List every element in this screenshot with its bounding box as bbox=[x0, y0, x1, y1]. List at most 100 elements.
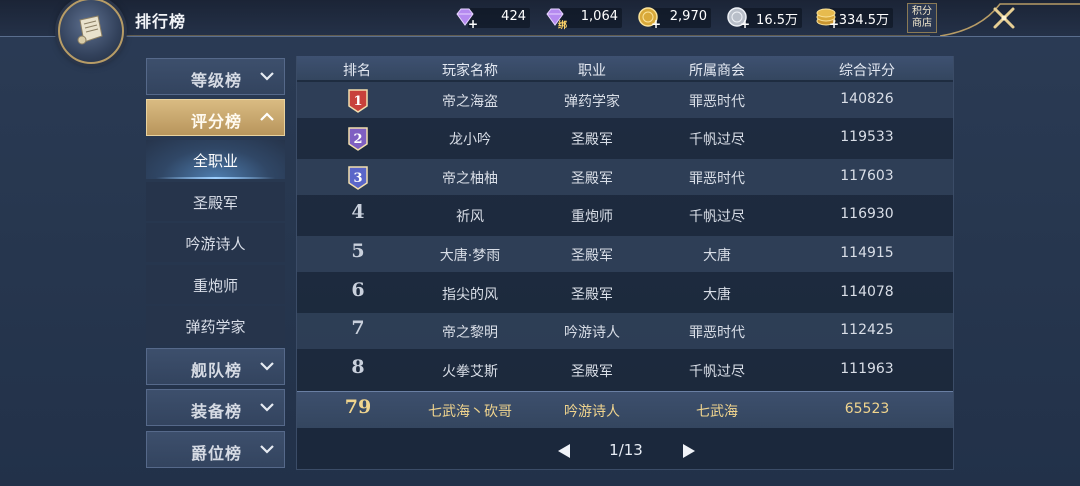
cell-class: 圣殿军 bbox=[571, 248, 613, 264]
cell-class: 重炮师 bbox=[571, 209, 613, 225]
table-row[interactable]: 2 龙小吟 圣殿军 千帆过尽 119533 bbox=[297, 120, 953, 156]
category-label: 舰队榜 bbox=[191, 361, 243, 380]
cell-guild: 七武海 bbox=[696, 404, 738, 420]
self-rank-row[interactable]: 79 七武海丶砍哥 吟游诗人 七武海 65523 bbox=[297, 391, 953, 428]
rank-number: 4 bbox=[351, 201, 365, 223]
table-row[interactable]: 1 帝之海盗 弹药学家 罪恶时代 140826 bbox=[297, 82, 953, 118]
subitem-label: 吟游诗人 bbox=[185, 235, 246, 253]
cell-guild: 罪恶时代 bbox=[689, 94, 745, 110]
table-row[interactable]: 5 大唐·梦雨 圣殿军 大唐 114915 bbox=[297, 236, 953, 272]
page-title: 排行榜 bbox=[135, 12, 187, 31]
category-label: 装备榜 bbox=[191, 402, 243, 421]
points-shop-button[interactable]: 积分 商店 bbox=[907, 3, 937, 33]
rank-number: 79 bbox=[344, 396, 372, 418]
cell-name: 帝之黎明 bbox=[442, 325, 498, 341]
column-header-player: 玩家名称 bbox=[442, 63, 498, 79]
rank-medal-icon: 2 bbox=[348, 127, 368, 151]
table-header: 排名 玩家名称 职业 所属商会 综合评分 bbox=[297, 56, 953, 80]
sidebar-item-munitions[interactable]: 弹药学家 bbox=[146, 306, 285, 345]
rank-number: 7 bbox=[351, 317, 365, 339]
currency-value: 2,970 bbox=[669, 9, 707, 24]
cell-guild: 罪恶时代 bbox=[689, 325, 745, 341]
ranking-emblem-icon bbox=[58, 0, 124, 64]
chevron-down-icon bbox=[260, 72, 274, 81]
cell-guild: 大唐 bbox=[703, 248, 731, 264]
add-icon: + bbox=[829, 17, 840, 31]
sidebar-category-equipment[interactable]: 装备榜 bbox=[146, 389, 285, 426]
subitem-label: 重炮师 bbox=[192, 277, 238, 295]
cell-score: 114915 bbox=[840, 245, 894, 261]
rank-number: 6 bbox=[351, 279, 365, 301]
table-row[interactable]: 3 帝之柚柚 圣殿军 罪恶时代 117603 bbox=[297, 159, 953, 195]
header-divider bbox=[110, 35, 930, 36]
cell-score: 119533 bbox=[840, 129, 894, 145]
next-page-icon[interactable] bbox=[681, 443, 697, 459]
cell-score: 65523 bbox=[844, 401, 890, 417]
chevron-up-icon bbox=[260, 112, 274, 121]
cell-class: 圣殿军 bbox=[571, 171, 613, 187]
sidebar-category-level[interactable]: 等级榜 bbox=[146, 58, 285, 95]
cell-guild: 大唐 bbox=[703, 287, 731, 303]
cell-score: 140826 bbox=[840, 91, 894, 107]
cell-guild: 千帆过尽 bbox=[689, 132, 745, 148]
prev-page-icon[interactable] bbox=[556, 443, 572, 459]
cell-guild: 千帆过尽 bbox=[689, 364, 745, 380]
sidebar-item-templar[interactable]: 圣殿军 bbox=[146, 182, 285, 221]
currency-bound-diamond[interactable]: 绑 1,064 bbox=[544, 6, 622, 31]
column-header-class: 职业 bbox=[578, 63, 606, 79]
currency-value: 16.5万 bbox=[756, 13, 798, 28]
rank-number: 3 bbox=[353, 171, 362, 186]
subitem-label: 圣殿军 bbox=[192, 194, 238, 212]
currency-silver[interactable]: + 16.5万 bbox=[726, 6, 802, 31]
cell-name: 龙小吟 bbox=[449, 132, 491, 148]
rank-number: 1 bbox=[353, 94, 362, 109]
sidebar-item-all-classes[interactable]: 全职业 bbox=[146, 140, 285, 179]
cell-guild: 千帆过尽 bbox=[689, 209, 745, 225]
cell-score: 112425 bbox=[840, 322, 894, 338]
sidebar-item-gunner[interactable]: 重炮师 bbox=[146, 265, 285, 304]
cell-name: 帝之海盗 bbox=[442, 94, 498, 110]
cell-name: 大唐·梦雨 bbox=[439, 248, 501, 264]
currency-value: 1,064 bbox=[580, 9, 618, 24]
cell-name: 帝之柚柚 bbox=[442, 171, 498, 187]
cell-class: 吟游诗人 bbox=[564, 404, 620, 420]
table-row[interactable]: 7 帝之黎明 吟游诗人 罪恶时代 112425 bbox=[297, 313, 953, 349]
rank-number: 2 bbox=[353, 132, 362, 147]
table-row[interactable]: 4 祈风 重炮师 千帆过尽 116930 bbox=[297, 197, 953, 233]
category-label: 等级榜 bbox=[191, 71, 243, 90]
chevron-down-icon bbox=[260, 403, 274, 412]
shop-label-line1: 积分 bbox=[912, 6, 932, 17]
cell-score: 111963 bbox=[840, 361, 894, 377]
cell-score: 114078 bbox=[840, 284, 894, 300]
sidebar-category-score[interactable]: 评分榜 bbox=[146, 99, 285, 136]
rank-number: 5 bbox=[351, 240, 365, 262]
sidebar-item-bard[interactable]: 吟游诗人 bbox=[146, 223, 285, 262]
bound-badge: 绑 bbox=[558, 21, 568, 31]
chevron-down-icon bbox=[260, 445, 274, 454]
subitem-label: 全职业 bbox=[192, 152, 238, 170]
currency-gold-stack[interactable]: + 334.5万 bbox=[815, 6, 893, 31]
shop-label-line2: 商店 bbox=[912, 18, 932, 29]
cell-class: 弹药学家 bbox=[564, 94, 620, 110]
category-label: 评分榜 bbox=[191, 112, 243, 131]
rank-medal-icon: 3 bbox=[348, 166, 368, 190]
close-icon[interactable] bbox=[992, 6, 1016, 30]
sidebar-category-peerage[interactable]: 爵位榜 bbox=[146, 431, 285, 468]
category-label: 爵位榜 bbox=[191, 444, 243, 463]
table-row[interactable]: 8 火拳艾斯 圣殿军 千帆过尽 111963 bbox=[297, 352, 953, 388]
page-indicator: 1/13 bbox=[609, 441, 643, 459]
cell-class: 圣殿军 bbox=[571, 287, 613, 303]
add-icon: + bbox=[468, 17, 479, 31]
sidebar-category-fleet[interactable]: 舰队榜 bbox=[146, 348, 285, 385]
currency-gold[interactable]: + 2,970 bbox=[637, 6, 711, 31]
column-header-rank: 排名 bbox=[343, 63, 371, 79]
cell-class: 圣殿军 bbox=[571, 364, 613, 380]
cell-guild: 罪恶时代 bbox=[689, 171, 745, 187]
cell-name: 指尖的风 bbox=[442, 287, 498, 303]
cell-class: 圣殿军 bbox=[571, 132, 613, 148]
table-row[interactable]: 6 指尖的风 圣殿军 大唐 114078 bbox=[297, 275, 953, 311]
currency-value: 424 bbox=[501, 9, 526, 24]
column-header-guild: 所属商会 bbox=[689, 63, 745, 79]
currency-diamond[interactable]: + 424 bbox=[454, 6, 530, 31]
subitem-label: 弹药学家 bbox=[185, 318, 246, 336]
